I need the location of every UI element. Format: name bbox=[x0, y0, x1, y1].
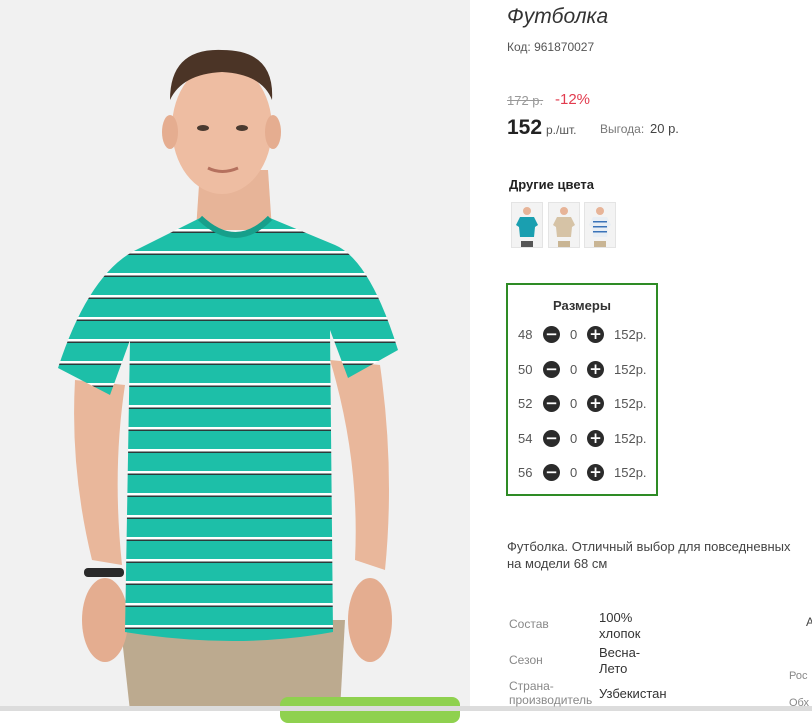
product-title: Футболка bbox=[507, 5, 609, 28]
quantity-value: 0 bbox=[570, 362, 578, 377]
product-code: Код: 961870027 bbox=[507, 40, 595, 54]
color-thumbnail-teal[interactable] bbox=[511, 202, 543, 248]
tshirt-white-striped-thumbnail-icon bbox=[589, 207, 611, 247]
minus-icon[interactable]: − bbox=[543, 361, 560, 378]
plus-icon[interactable]: + bbox=[587, 430, 604, 447]
size-value: 54 bbox=[518, 431, 533, 446]
size-row: 52 − 0 + 152р. bbox=[508, 392, 656, 416]
property-label-composition: Состав bbox=[509, 617, 549, 631]
sizes-panel: Размеры 48 − 0 + 152р. 50 − 0 + 152р. 52… bbox=[506, 283, 658, 496]
clipped-label: Рос bbox=[789, 670, 808, 682]
property-value-line: хлопок bbox=[599, 626, 641, 641]
size-price: 152р. bbox=[614, 431, 647, 446]
color-thumbnail-beige[interactable] bbox=[548, 202, 580, 248]
size-row: 56 − 0 + 152р. bbox=[508, 461, 656, 485]
color-thumbnail-white-striped[interactable] bbox=[584, 202, 616, 248]
plus-icon[interactable]: + bbox=[587, 395, 604, 412]
old-price: 172 р. bbox=[507, 93, 544, 108]
size-price: 152р. bbox=[614, 396, 647, 411]
quantity-value: 0 bbox=[570, 431, 578, 446]
description-line: Футболка. Отличный выбор для повседневны… bbox=[507, 539, 791, 554]
size-value: 48 bbox=[518, 327, 533, 342]
minus-icon[interactable]: − bbox=[543, 395, 560, 412]
property-value-season: Весна- Лето bbox=[599, 645, 640, 677]
clipped-heading: А bbox=[806, 615, 812, 629]
model-in-tshirt-image bbox=[58, 49, 398, 711]
tshirt-teal-thumbnail-icon bbox=[516, 207, 538, 247]
sizes-heading: Размеры bbox=[553, 298, 611, 313]
benefit-label: Выгода: bbox=[600, 122, 645, 136]
property-value-country: Узбекистан bbox=[599, 686, 667, 702]
current-price: 152 bbox=[507, 116, 543, 139]
minus-icon[interactable]: − bbox=[543, 326, 560, 343]
size-value: 56 bbox=[518, 465, 533, 480]
size-price: 152р. bbox=[614, 327, 647, 342]
benefit-value: 20 р. bbox=[650, 121, 679, 136]
property-value-line: Весна- bbox=[599, 645, 641, 660]
size-row: 48 − 0 + 152р. bbox=[508, 323, 656, 347]
quantity-value: 0 bbox=[570, 465, 578, 480]
property-value-line: Лето bbox=[599, 661, 628, 676]
property-label-season: Сезон bbox=[509, 653, 543, 667]
plus-icon[interactable]: + bbox=[587, 326, 604, 343]
product-description: Футболка. Отличный выбор для повседневны… bbox=[507, 538, 812, 572]
property-label-country: Страна- производитель bbox=[509, 679, 592, 707]
size-row: 54 − 0 + 152р. bbox=[508, 427, 656, 451]
clipped-label: Обх bbox=[789, 697, 809, 709]
footer-divider bbox=[0, 706, 812, 711]
property-value-line: Узбекистан bbox=[599, 686, 667, 701]
product-photo[interactable] bbox=[0, 0, 470, 711]
discount-badge: -12% bbox=[555, 91, 591, 108]
property-value-composition: 100% хлопок bbox=[599, 610, 640, 642]
minus-icon[interactable]: − bbox=[543, 464, 560, 481]
other-colors-heading: Другие цвета bbox=[509, 177, 594, 192]
tshirt-beige-thumbnail-icon bbox=[553, 207, 575, 247]
size-price: 152р. bbox=[614, 362, 647, 377]
size-value: 50 bbox=[518, 362, 533, 377]
description-line: на модели 68 см bbox=[507, 556, 608, 571]
price-unit: р./шт. bbox=[546, 123, 577, 137]
minus-icon[interactable]: − bbox=[543, 430, 560, 447]
property-label-line: производитель bbox=[509, 693, 593, 707]
quantity-value: 0 bbox=[570, 396, 578, 411]
size-value: 52 bbox=[518, 396, 533, 411]
size-row: 50 − 0 + 152р. bbox=[508, 358, 656, 382]
plus-icon[interactable]: + bbox=[587, 361, 604, 378]
property-value-line: 100% bbox=[599, 610, 633, 625]
plus-icon[interactable]: + bbox=[587, 464, 604, 481]
size-price: 152р. bbox=[614, 465, 647, 480]
quantity-value: 0 bbox=[570, 327, 578, 342]
property-label-line: Страна- bbox=[509, 679, 554, 693]
